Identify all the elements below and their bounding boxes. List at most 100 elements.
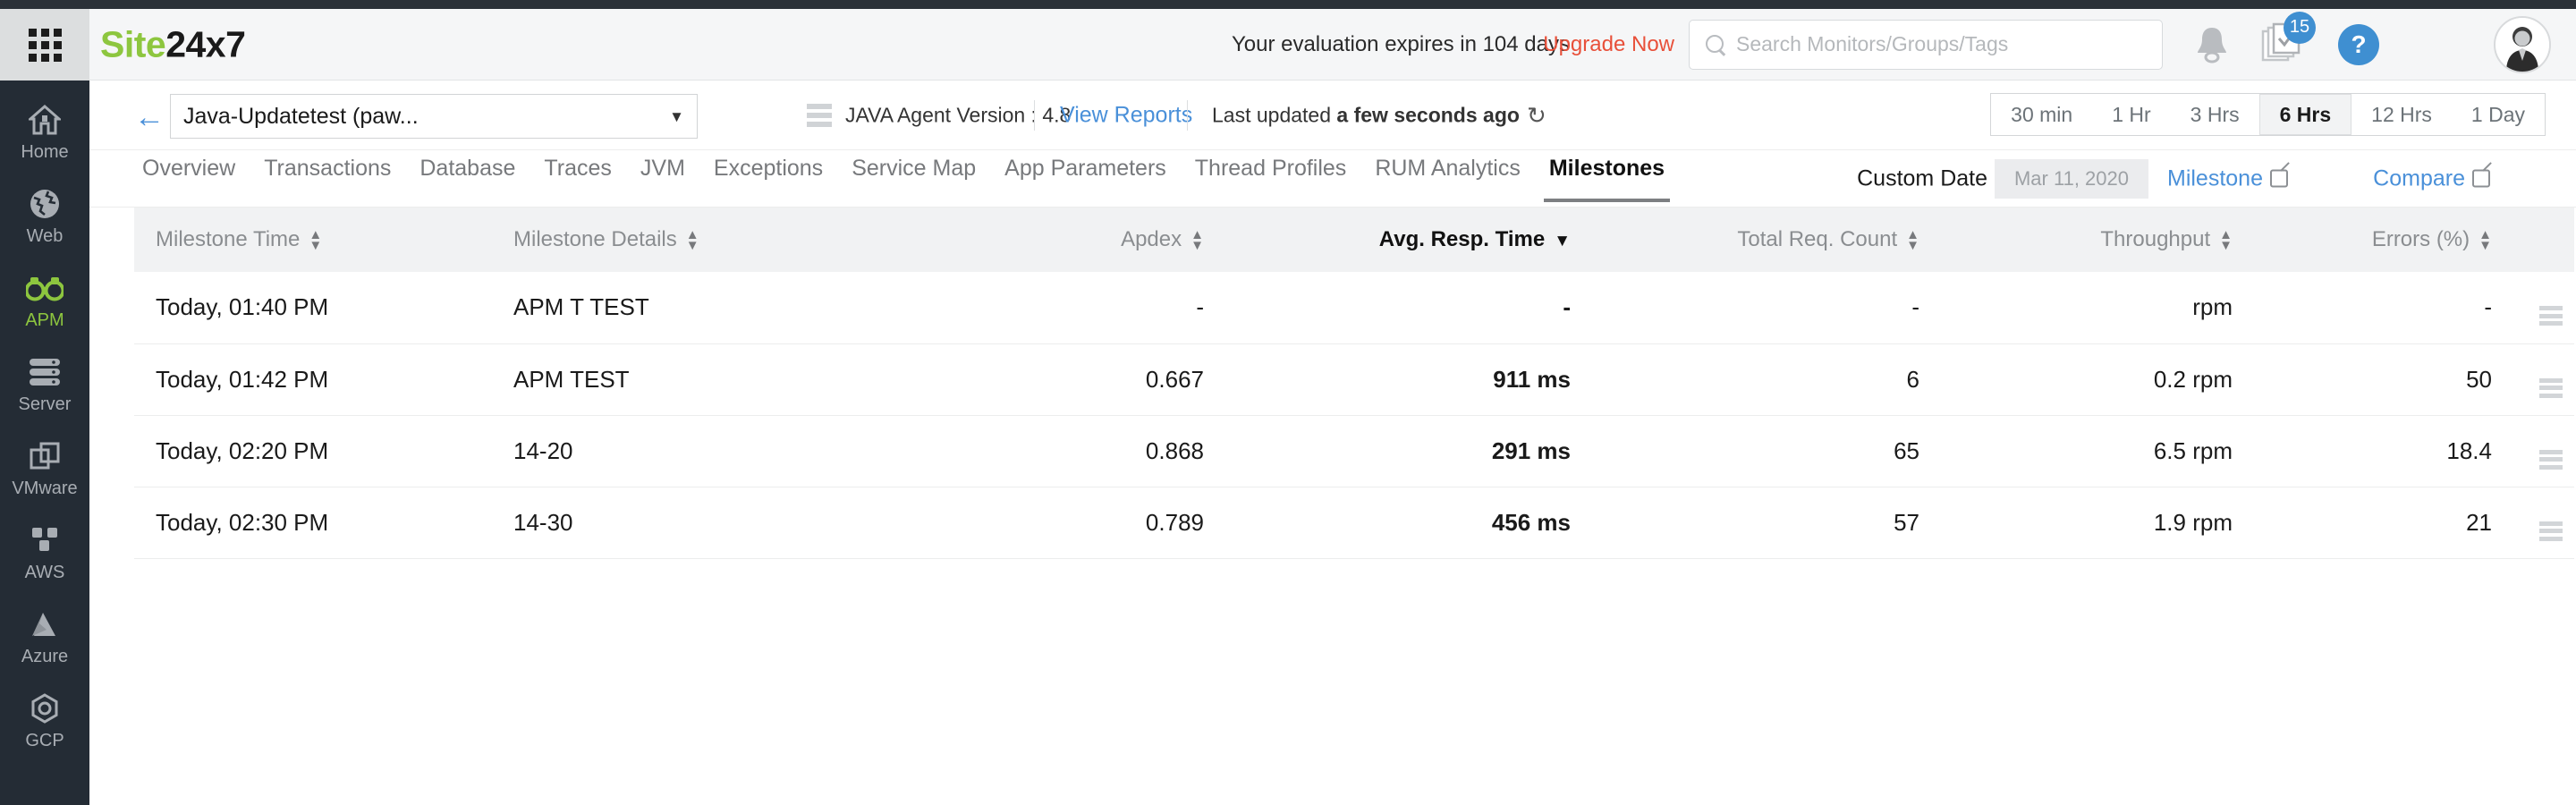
sidebar-item-vmware[interactable]: VMware (0, 426, 89, 510)
avatar[interactable] (2494, 16, 2551, 73)
search-input[interactable] (1736, 32, 2130, 56)
last-updated-text: Last updated a few seconds ago (1212, 103, 1520, 127)
refresh-icon[interactable]: ↻ (1527, 104, 1546, 127)
server-icon (28, 354, 62, 390)
cell-total-req-count: 65 (1592, 415, 1941, 487)
sort-desc-icon: ▼ (1554, 232, 1571, 250)
time-range-1hr[interactable]: 1 Hr (2092, 94, 2170, 135)
sidebar-item-gcp[interactable]: GCP (0, 678, 89, 762)
sidebar-item-web[interactable]: Web (0, 174, 89, 258)
cell-milestone-details: 14-30 (492, 487, 886, 558)
row-menu-icon[interactable] (2539, 306, 2563, 326)
compare-link[interactable]: Compare (2373, 165, 2490, 191)
cell-milestone-details: APM TEST (492, 343, 886, 415)
cell-milestone-details: 14-20 (492, 415, 886, 487)
cell-errors: 50 (2254, 343, 2513, 415)
sort-arrows-icon: ▲▼ (309, 230, 322, 250)
home-icon (29, 102, 61, 138)
time-range-3hrs[interactable]: 3 Hrs (2171, 94, 2259, 135)
cell-avg-resp-time: 911 ms (1225, 343, 1592, 415)
tab-milestones[interactable]: Milestones (1535, 150, 1679, 202)
custom-date-field[interactable]: Mar 11, 2020 (1995, 159, 2148, 199)
time-range-1day[interactable]: 1 Day (2452, 94, 2545, 135)
avatar-svg (2496, 18, 2549, 72)
column-header-milestone-details[interactable]: Milestone Details▲▼ (492, 208, 886, 272)
tab-exceptions[interactable]: Exceptions (699, 150, 837, 202)
tab-list: Overview Transactions Database Traces JV… (134, 150, 1679, 208)
table-row[interactable]: Today, 02:20 PM 14-20 0.868 291 ms 65 6.… (134, 415, 2574, 487)
column-header-throughput[interactable]: Throughput▲▼ (1941, 208, 2254, 272)
tab-jvm[interactable]: JVM (626, 150, 699, 202)
sidebar-item-label: AWS (25, 564, 65, 581)
sort-arrows-icon: ▲▼ (686, 230, 699, 250)
tab-service-map[interactable]: Service Map (837, 150, 990, 202)
sidebar-item-azure[interactable]: Azure (0, 594, 89, 678)
brand-logo[interactable]: Site24x7 (100, 23, 245, 65)
last-updated-value: a few seconds ago (1336, 103, 1520, 126)
cell-throughput: 0.2 rpm (1941, 343, 2254, 415)
tab-app-parameters[interactable]: App Parameters (990, 150, 1181, 202)
back-button[interactable]: ← (134, 102, 165, 132)
cell-avg-resp-time: 456 ms (1225, 487, 1592, 558)
upgrade-now-link[interactable]: Upgrade Now (1543, 32, 1674, 57)
time-range-selector: 30 min 1 Hr 3 Hrs 6 Hrs 12 Hrs 1 Day (1990, 93, 2546, 136)
column-header-milestone-time[interactable]: Milestone Time▲▼ (134, 208, 492, 272)
time-range-30min[interactable]: 30 min (1991, 94, 2092, 135)
column-header-apdex[interactable]: Apdex▲▼ (886, 208, 1225, 272)
column-header-total-req-count[interactable]: Total Req. Count▲▼ (1592, 208, 1941, 272)
brand-site-text: Site (100, 23, 165, 64)
cell-apdex: 0.868 (886, 415, 1225, 487)
monitor-name: Java-Updatetest (paw... (183, 104, 669, 130)
cell-row-actions (2513, 272, 2574, 343)
bell-icon[interactable] (2192, 23, 2232, 66)
search-icon (1704, 33, 1727, 56)
tab-traces[interactable]: Traces (530, 150, 625, 202)
list-view-icon[interactable] (807, 104, 832, 127)
table-row[interactable]: Today, 01:40 PM APM T TEST - - - rpm - (134, 272, 2574, 343)
cell-milestone-time: Today, 01:40 PM (134, 272, 492, 343)
time-range-12hrs[interactable]: 12 Hrs (2351, 94, 2452, 135)
grid-launcher-icon[interactable] (0, 9, 89, 80)
sidebar-item-server[interactable]: Server (0, 342, 89, 426)
view-reports-link[interactable]: View Reports (1060, 102, 1192, 128)
last-updated-prefix: Last updated (1212, 103, 1331, 126)
cell-milestone-time: Today, 02:30 PM (134, 487, 492, 558)
table-row[interactable]: Today, 01:42 PM APM TEST 0.667 911 ms 6 … (134, 343, 2574, 415)
tab-database[interactable]: Database (405, 150, 530, 202)
external-link-icon (2472, 169, 2490, 187)
monitor-selector[interactable]: Java-Updatetest (paw... ▼ (170, 94, 698, 139)
row-menu-icon[interactable] (2539, 450, 2563, 470)
sidebar-item-label: Home (21, 143, 68, 161)
custom-date-label: Custom Date (1857, 165, 1987, 191)
column-header-avg-resp-time[interactable]: Avg. Resp. Time▼ (1225, 208, 1592, 272)
table-body: Today, 01:40 PM APM T TEST - - - rpm - T… (134, 272, 2574, 558)
divider (1187, 100, 1188, 131)
cell-avg-resp-time: 291 ms (1225, 415, 1592, 487)
tasks-badge: 15 (2284, 12, 2316, 44)
table-row[interactable]: Today, 02:30 PM 14-30 0.789 456 ms 57 1.… (134, 487, 2574, 558)
milestone-link[interactable]: Milestone (2167, 165, 2288, 191)
sidebar-item-home[interactable]: Home (0, 89, 89, 174)
tab-transactions[interactable]: Transactions (250, 150, 405, 202)
sidebar-item-label: APM (25, 311, 64, 329)
tab-overview[interactable]: Overview (134, 150, 250, 202)
cell-total-req-count: - (1592, 272, 1941, 343)
row-menu-icon[interactable] (2539, 378, 2563, 398)
tab-thread-profiles[interactable]: Thread Profiles (1181, 150, 1361, 202)
sidebar-item-label: Server (19, 395, 72, 413)
search-box[interactable] (1689, 20, 2163, 70)
cell-throughput: 6.5 rpm (1941, 415, 2254, 487)
sidebar-item-apm[interactable]: APM (0, 258, 89, 342)
help-icon[interactable]: ? (2338, 24, 2379, 65)
sidebar-item-label: Web (27, 227, 64, 245)
row-menu-icon[interactable] (2539, 521, 2563, 541)
tasks-icon[interactable]: 15 (2260, 22, 2303, 67)
time-range-6hrs[interactable]: 6 Hrs (2259, 94, 2352, 135)
cell-milestone-time: Today, 02:20 PM (134, 415, 492, 487)
tab-rum-analytics[interactable]: RUM Analytics (1360, 150, 1535, 202)
cell-row-actions (2513, 343, 2574, 415)
cell-milestone-time: Today, 01:42 PM (134, 343, 492, 415)
table-header-row: Milestone Time▲▼ Milestone Details▲▼ Apd… (134, 208, 2574, 272)
sidebar-item-aws[interactable]: AWS (0, 510, 89, 594)
column-header-errors[interactable]: Errors (%)▲▼ (2254, 208, 2513, 272)
